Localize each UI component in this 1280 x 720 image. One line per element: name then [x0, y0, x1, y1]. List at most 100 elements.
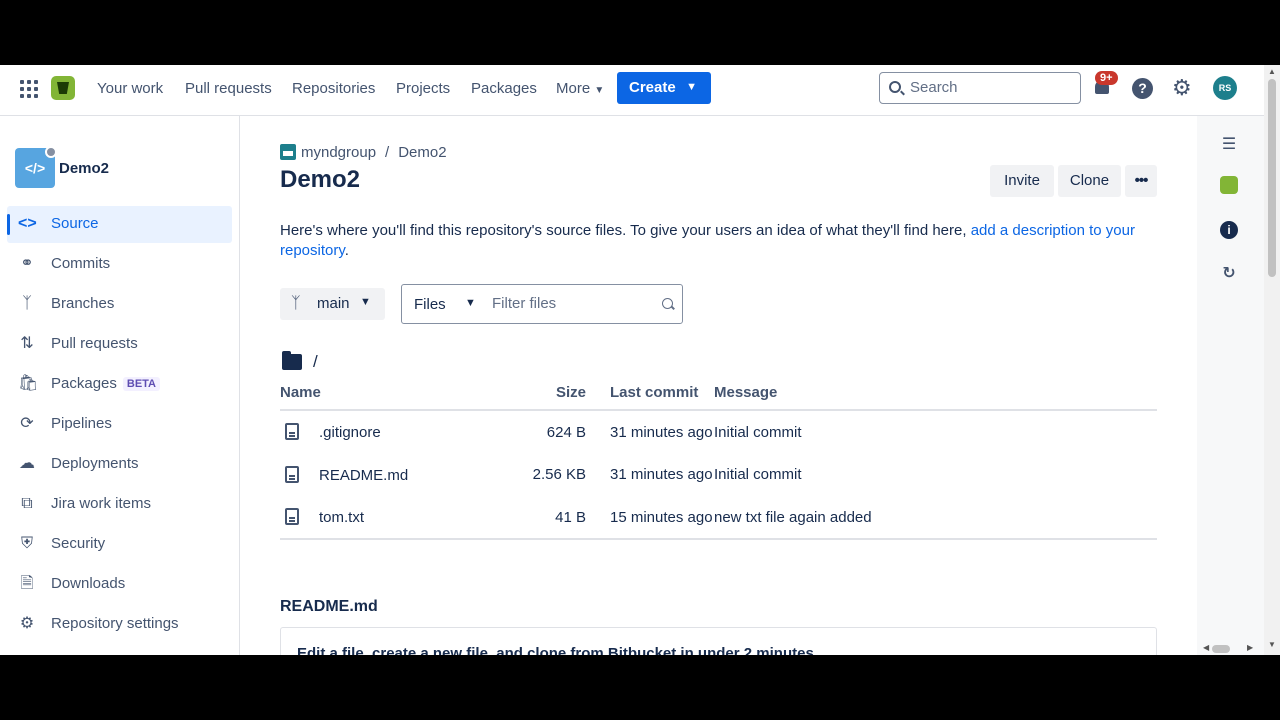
column-header-name: Name — [280, 384, 518, 411]
file-message[interactable]: new txt file again added — [714, 496, 1157, 540]
folder-icon — [282, 351, 302, 370]
bitbucket-app-icon[interactable] — [1220, 176, 1238, 194]
right-side-panel: ☰ i ↻ — [1197, 116, 1264, 655]
sidebar-item-jira-work-items[interactable]: ⧉ Jira work items — [7, 486, 232, 523]
branch-icon: ᛉ — [22, 295, 32, 312]
filter-type-select[interactable]: Files — [414, 296, 446, 313]
package-icon: 🛍 — [18, 375, 39, 392]
nav-more[interactable]: More ▼ — [556, 80, 604, 97]
filter-files-input[interactable] — [492, 295, 652, 312]
column-header-message: Message — [714, 384, 1157, 411]
chevron-down-icon: ▼ — [686, 81, 697, 93]
branch-selector[interactable]: ᛉ main ▼ — [280, 288, 385, 320]
vertical-scrollbar[interactable]: ▲ ▼ — [1264, 65, 1280, 655]
invite-button[interactable]: Invite — [990, 165, 1054, 197]
sidebar-item-commits[interactable]: ⚭ Commits — [7, 246, 232, 283]
cloud-upload-icon: ☁ — [19, 455, 35, 472]
app-frame: Your work Pull requests Repositories Pro… — [0, 65, 1280, 655]
sidebar-item-label: Downloads — [51, 575, 126, 592]
file-last-commit: 31 minutes ago — [610, 466, 713, 483]
sidebar-item-label: Pipelines — [51, 415, 112, 432]
file-name-cell: .gitignore — [280, 410, 518, 453]
description-text: Here's where you'll find this repository… — [280, 222, 971, 239]
readme-title: README.md — [280, 598, 378, 615]
breadcrumb-repo[interactable]: Demo2 — [398, 144, 446, 161]
sidebar: </> Demo2 <> Source ⚭ Commits ᛉ Branches… — [0, 116, 240, 655]
help-icon[interactable]: ? — [1132, 78, 1153, 99]
panel-toggle-icon[interactable]: ☰ — [1220, 136, 1238, 154]
breadcrumb-separator: / — [385, 144, 390, 161]
scroll-right-arrow-icon[interactable]: ▶ — [1247, 643, 1253, 652]
sidebar-item-repository-settings[interactable]: ⚙ Repository settings — [7, 606, 232, 643]
sidebar-item-label: Source — [51, 215, 99, 232]
commit-icon: ⚭ — [20, 255, 34, 272]
file-icon — [285, 508, 299, 525]
search-input[interactable] — [910, 79, 1070, 96]
sidebar-item-pull-requests[interactable]: ⇅ Pull requests — [7, 326, 232, 363]
bitbucket-logo-icon[interactable] — [51, 76, 75, 100]
sidebar-item-security[interactable]: ⛨ Security — [7, 526, 232, 563]
sidebar-item-downloads[interactable]: 🗎 Downloads — [7, 566, 232, 603]
sidebar-item-packages[interactable]: 🛍 Packages BETA — [7, 366, 232, 403]
top-navigation: Your work Pull requests Repositories Pro… — [0, 65, 1264, 116]
sync-icon[interactable]: ↻ — [1220, 265, 1238, 283]
file-message[interactable]: Initial commit — [714, 453, 1157, 496]
workspace-icon — [280, 144, 296, 160]
column-header-last-commit: Last commit — [586, 384, 714, 411]
file-icon — [285, 423, 299, 440]
app-switcher-icon[interactable] — [20, 80, 38, 98]
info-icon[interactable]: i — [1220, 221, 1238, 239]
horizontal-scrollbar[interactable]: ◀ ▶ — [1200, 643, 1260, 655]
sidebar-item-label: Security — [51, 535, 106, 552]
scroll-left-arrow-icon[interactable]: ◀ — [1203, 643, 1209, 652]
table-row[interactable]: tom.txt 41 B 15 minutes ago new txt file… — [280, 496, 1157, 540]
create-button[interactable]: Create ▼ — [617, 72, 711, 104]
packages-label: Packages — [51, 375, 117, 392]
file-filter: Files ▼ — [401, 284, 683, 324]
sidebar-item-branches[interactable]: ᛉ Branches — [7, 286, 232, 323]
sidebar-item-pipelines[interactable]: ⟳ Pipelines — [7, 406, 232, 443]
pull-request-icon: ⇅ — [20, 335, 34, 352]
search-icon — [889, 81, 901, 93]
table-row[interactable]: README.md 2.56 KB 31 minutes ago Initial… — [280, 453, 1157, 496]
horizontal-scrollbar-thumb[interactable] — [1212, 645, 1230, 653]
readme-heading: Edit a file, create a new file, and clon… — [297, 645, 814, 655]
code-icon: <> — [18, 215, 37, 232]
search-box[interactable] — [879, 72, 1081, 104]
breadcrumb-workspace[interactable]: myndgroup — [301, 144, 376, 161]
sidebar-item-label: Branches — [51, 295, 115, 312]
nav-your-work[interactable]: Your work — [97, 80, 163, 97]
user-avatar[interactable]: RS — [1213, 76, 1237, 100]
file-name-link[interactable]: tom.txt — [319, 509, 364, 526]
file-name-cell: README.md — [280, 453, 518, 496]
column-header-size: Size — [518, 384, 586, 411]
settings-gear-icon[interactable]: ⚙ — [1172, 77, 1192, 99]
sidebar-item-deployments[interactable]: ☁ Deployments — [7, 446, 232, 483]
nav-repositories[interactable]: Repositories — [292, 80, 375, 97]
repo-name: Demo2 — [59, 160, 110, 177]
scrollbar-thumb[interactable] — [1268, 79, 1276, 277]
sidebar-item-label: Pull requests — [51, 335, 138, 352]
chevron-down-icon: ▼ — [360, 296, 371, 308]
file-name-link[interactable]: README.md — [319, 467, 408, 484]
file-name-link[interactable]: .gitignore — [319, 424, 381, 441]
nav-projects[interactable]: Projects — [396, 80, 450, 97]
file-icon — [285, 465, 299, 483]
breadcrumb: myndgroup / Demo2 — [280, 144, 447, 161]
file-message[interactable]: Initial commit — [714, 410, 1157, 453]
sidebar-item-source[interactable]: <> Source — [7, 206, 232, 243]
repo-description: Here's where you'll find this repository… — [280, 221, 1157, 261]
nav-packages[interactable]: Packages — [471, 80, 537, 97]
clone-button[interactable]: Clone — [1058, 165, 1121, 197]
file-size: 41 B — [518, 496, 586, 540]
table-row[interactable]: .gitignore 624 B 31 minutes ago Initial … — [280, 410, 1157, 453]
file-table: Name Size Last commit Message .gitignore… — [280, 384, 1157, 540]
file-name-cell: tom.txt — [280, 496, 518, 540]
gear-icon: ⚙ — [19, 615, 35, 632]
scroll-up-arrow-icon[interactable]: ▲ — [1268, 67, 1276, 76]
file-last-commit: 31 minutes ago — [610, 423, 713, 441]
more-actions-button[interactable]: ••• — [1125, 165, 1157, 197]
nav-pull-requests[interactable]: Pull requests — [185, 80, 272, 97]
scroll-down-arrow-icon[interactable]: ▼ — [1268, 640, 1276, 649]
beta-badge: BETA — [122, 377, 161, 391]
